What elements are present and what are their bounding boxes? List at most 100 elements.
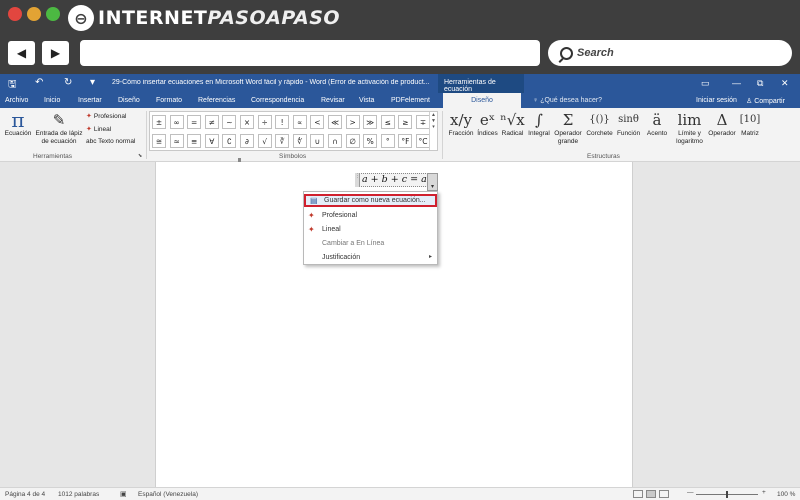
structure-matriz-button[interactable]: [10] Matriz [738,111,762,138]
redo-icon[interactable]: ↻ [64,77,72,88]
structure-fracción-button[interactable]: x/y Fracción [447,111,475,138]
symbol-button[interactable]: ∅ [345,134,360,148]
menu-item-save-new-equation[interactable]: ▤ Guardar como nueva ecuación... [304,194,437,207]
symbol-button[interactable]: ∜ [292,134,307,148]
structure-operador-button[interactable]: Δ Operador [707,111,737,138]
undo-icon[interactable]: ↶ [35,77,43,88]
symbol-button[interactable]: ∛ [275,134,290,148]
symbol-button[interactable]: √ [257,134,272,148]
symbol-button[interactable]: = [187,115,202,129]
tab-correspondencia[interactable]: Correspondencia [251,97,304,104]
zoom-level[interactable]: 100 % [777,491,795,498]
ribbon-display-icon[interactable]: ▭ [701,78,710,89]
save-icon[interactable]: 🖫 [8,77,17,94]
structure-corchete-button[interactable]: {()} Corchete [585,111,614,138]
structure-radical-button[interactable]: ⁿ√x Radical [500,111,525,138]
ecuacion-button[interactable]: π Ecuación [3,110,33,138]
word-count[interactable]: 1012 palabras [58,491,99,498]
web-layout-icon[interactable] [659,490,669,498]
symbol-button[interactable]: ∞ [169,115,184,129]
profesional-button[interactable]: ✦ Profesional [86,112,126,121]
symbol-button[interactable]: ∀ [204,134,219,148]
zoom-out-icon[interactable]: — [687,489,694,496]
ink-equation-button[interactable]: ✎ Entrada de lápiz de ecuación [33,111,85,146]
gallery-scroll[interactable]: ▲ ▼ ▾ [429,112,437,150]
search-input[interactable]: Search [548,40,792,66]
symbol-button[interactable]: ~ [222,115,237,129]
tab-archivo[interactable]: Archivo [5,97,28,104]
tab-insertar[interactable]: Insertar [78,97,102,104]
symbol-button[interactable]: < [310,115,325,129]
symbol-button[interactable]: °F [398,134,413,148]
symbol-button[interactable]: ≪ [328,115,342,129]
read-mode-icon[interactable] [633,490,643,498]
tab-referencias[interactable]: Referencias [198,97,235,104]
tab-equation-design[interactable]: Diseño [443,93,521,108]
page-count[interactable]: Página 4 de 4 [5,491,45,498]
close-icon[interactable]: ✕ [781,78,789,89]
symbol-button[interactable]: × [240,115,254,129]
texto-normal-button[interactable]: abc Texto normal [86,138,135,145]
forward-button[interactable]: ▶ [42,41,69,65]
minimize-window-button[interactable] [27,7,41,21]
symbol-button[interactable]: ≤ [380,115,395,129]
tab-formato[interactable]: Formato [156,97,182,104]
symbol-button[interactable]: ÷ [257,115,272,129]
minimize-icon[interactable]: — [732,78,741,88]
structure-integral-button[interactable]: ∫ Integral [526,111,552,138]
share-button[interactable]: ♙ Compartir [746,97,785,105]
zoom-in-icon[interactable]: + [762,489,766,496]
print-layout-icon[interactable] [646,490,656,498]
menu-item-profesional[interactable]: ✦ Profesional [304,209,437,222]
structure-operador-grande-button[interactable]: Σ Operador grande [552,111,584,146]
zoom-window-button[interactable] [46,7,60,21]
structure-índices-button[interactable]: eˣ Índices [476,111,499,138]
address-bar[interactable] [80,40,540,66]
symbol-button[interactable]: > [345,115,360,129]
symbol-button[interactable]: ∓ [416,115,430,129]
tab-vista[interactable]: Vista [359,97,374,104]
restore-icon[interactable]: ⧉ [757,78,763,89]
structure-función-button[interactable]: sinθ Función [615,111,642,138]
pencil-icon: ✎ [52,111,66,129]
symbol-button[interactable]: ! [275,115,290,129]
structure-acento-button[interactable]: ä Acento [643,111,671,138]
menu-item-justificacion[interactable]: Justificación ▸ [304,251,437,264]
symbol-button[interactable]: ≡ [187,134,202,148]
zoom-slider-thumb[interactable] [726,491,728,498]
close-window-button[interactable] [8,7,22,21]
dialog-launcher-icon[interactable]: ⬊ [138,153,142,159]
customize-qat-icon[interactable]: ▾ [90,77,95,88]
menu-item-lineal[interactable]: ✦ Lineal [304,223,437,236]
lineal-button[interactable]: ✦ Lineal [86,125,111,134]
symbol-button[interactable]: ± [152,115,166,129]
tab-inicio[interactable]: Inicio [44,97,60,104]
symbol-button[interactable]: ° [380,134,395,148]
equation-handle[interactable]: ⋮ [355,173,360,187]
symbol-button[interactable]: ≈ [169,134,184,148]
menu-item-cambiar-en-linea[interactable]: Cambiar a En Línea [304,237,437,250]
tab-pdfelement[interactable]: PDFelement [391,97,430,104]
structure-límite-y-logaritmo-button[interactable]: lim Límite y logaritmo [673,111,706,146]
symbol-button[interactable]: ≥ [398,115,413,129]
symbol-button[interactable]: ∝ [292,115,307,129]
tell-me-search[interactable]: ♀ ¿Qué desea hacer? [533,97,602,104]
symbol-button[interactable]: ∂ [240,134,254,148]
proofing-icon[interactable]: ▣ [120,490,127,498]
language-indicator[interactable]: Español (Venezuela) [138,491,198,498]
back-button[interactable]: ◀ [8,41,35,65]
symbol-button[interactable]: ∩ [328,134,342,148]
structure-icon: {()} [589,114,610,125]
browser-title-bar: ⊖ INTERNETPASOAPASO [0,0,800,36]
symbol-button[interactable]: ∁ [222,134,237,148]
symbol-button[interactable]: % [363,134,378,148]
equation-options-dropdown[interactable]: ▾ [427,173,438,191]
symbol-button[interactable]: ≠ [204,115,219,129]
sign-in-link[interactable]: Iniciar sesión [696,97,737,104]
symbol-button[interactable]: °C [416,134,430,148]
tab-diseno[interactable]: Diseño [118,97,140,104]
tab-revisar[interactable]: Revisar [321,97,345,104]
symbol-button[interactable]: ≅ [152,134,166,148]
symbol-button[interactable]: ∪ [310,134,325,148]
symbol-button[interactable]: ≫ [363,115,378,129]
